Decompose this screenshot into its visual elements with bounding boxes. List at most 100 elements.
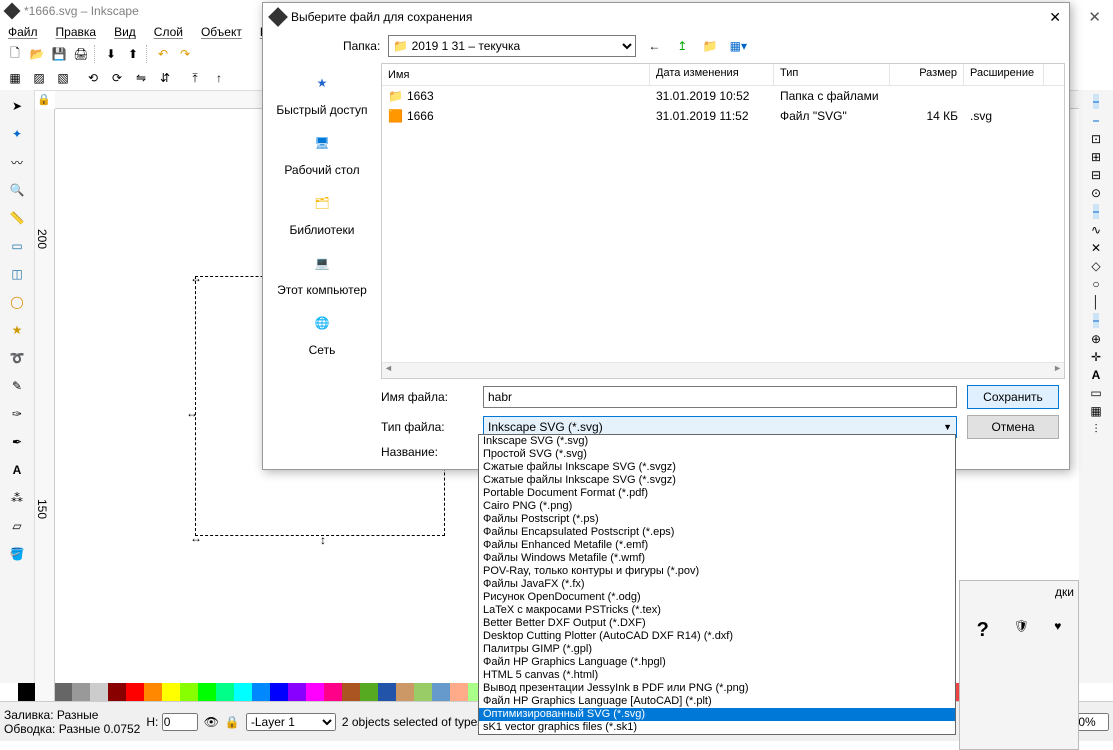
tweak-tool-icon[interactable]: 〰 xyxy=(5,150,29,174)
up-icon[interactable]: ↥ xyxy=(672,36,692,56)
star-tool-icon[interactable]: ★ xyxy=(5,318,29,342)
swatch[interactable] xyxy=(360,683,378,701)
filetype-option[interactable]: Сжатые файлы Inkscape SVG (*.svgz) xyxy=(479,461,955,474)
menu-object[interactable]: Объект xyxy=(201,25,242,39)
snap-intersect-icon[interactable]: ✕ xyxy=(1091,241,1101,255)
rotate-cw-icon[interactable]: ⟳ xyxy=(108,69,126,87)
spray-tool-icon[interactable]: ⁂ xyxy=(5,486,29,510)
eraser-tool-icon[interactable]: ▱ xyxy=(5,514,29,538)
help-icon[interactable]: ? xyxy=(977,619,989,642)
swatch[interactable] xyxy=(216,683,234,701)
filetype-option[interactable]: Файлы Enhanced Metafile (*.emf) xyxy=(479,539,955,552)
app-close-icon[interactable]: ✕ xyxy=(1088,8,1101,26)
snap-text-icon[interactable]: A xyxy=(1092,368,1101,382)
measure-tool-icon[interactable]: 📏 xyxy=(5,206,29,230)
raise-icon[interactable]: ↑ xyxy=(210,69,228,87)
handle-nw-icon[interactable]: ↔ xyxy=(190,271,200,281)
layer-select[interactable]: -Layer 1 xyxy=(246,713,336,731)
swatch[interactable] xyxy=(288,683,306,701)
print-icon[interactable]: 🖨 xyxy=(72,45,90,63)
handle-s-icon[interactable]: ↕ xyxy=(320,533,330,543)
layer-lock-icon[interactable]: 🔒 xyxy=(225,715,240,729)
save-icon[interactable]: 💾 xyxy=(50,45,68,63)
filetype-option[interactable]: Файлы Windows Metafile (*.wmf) xyxy=(479,552,955,565)
filetype-option[interactable]: Сжатые файлы Inkscape SVG (*.svgz) xyxy=(479,474,955,487)
swatch[interactable] xyxy=(252,683,270,701)
place-this-pc[interactable]: 💻Этот компьютер xyxy=(277,245,367,297)
save-button[interactable]: Сохранить xyxy=(967,385,1059,409)
menu-file[interactable]: Файл xyxy=(8,25,38,39)
node-tool-icon[interactable]: ✦ xyxy=(5,122,29,146)
swatch[interactable] xyxy=(198,683,216,701)
new-folder-icon[interactable]: 📁 xyxy=(700,36,720,56)
swatch[interactable] xyxy=(342,683,360,701)
handle-w-icon[interactable]: ↔ xyxy=(186,406,196,416)
file-row[interactable]: 🟧 166631.01.2019 11:52Файл "SVG"14 КБ.sv… xyxy=(382,106,1064,126)
heart-icon[interactable]: ♥ xyxy=(1054,619,1061,642)
swatch[interactable] xyxy=(18,683,36,701)
rotate-ccw-icon[interactable]: ⟲ xyxy=(84,69,102,87)
pencil-tool-icon[interactable]: ✎ xyxy=(5,374,29,398)
file-list-header[interactable]: Имя Дата изменения Тип Размер Расширение xyxy=(382,64,1064,86)
snap-guide-icon[interactable]: ⫶ xyxy=(1094,422,1097,437)
place-network[interactable]: 🌐Сеть xyxy=(304,305,340,357)
snap-edge-icon[interactable]: ⊡ xyxy=(1091,132,1101,146)
filetype-option[interactable]: Палитры GIMP (*.gpl) xyxy=(479,643,955,656)
place-libraries[interactable]: 🗂Библиотеки xyxy=(289,185,354,237)
swatch[interactable] xyxy=(324,683,342,701)
swatch[interactable] xyxy=(72,683,90,701)
swatch[interactable] xyxy=(180,683,198,701)
menu-layer[interactable]: Слой xyxy=(154,25,183,39)
filetype-option[interactable]: LaTeX с макросами PSTricks (*.tex) xyxy=(479,604,955,617)
filetype-option[interactable]: Файл HP Graphics Language [AutoCAD] (*.p… xyxy=(479,695,955,708)
filetype-option[interactable]: Файл HP Graphics Language (*.hpgl) xyxy=(479,656,955,669)
swatch[interactable] xyxy=(306,683,324,701)
rect-tool-icon[interactable]: ▭ xyxy=(5,234,29,258)
text-tool-icon[interactable]: A xyxy=(5,458,29,482)
import-icon[interactable]: ⬇ xyxy=(102,45,120,63)
filetype-option[interactable]: Оптимизированный SVG (*.svg) xyxy=(479,708,955,721)
snap-line-icon[interactable]: │ xyxy=(1092,295,1100,309)
spiral-tool-icon[interactable]: ➰ xyxy=(5,346,29,370)
snap-grid-icon[interactable]: ▦ xyxy=(1090,404,1101,418)
snap-center-icon[interactable]: ⊙ xyxy=(1091,186,1101,200)
calligraphy-tool-icon[interactable]: ✒ xyxy=(5,430,29,454)
filetype-option[interactable]: Файлы JavaFX (*.fx) xyxy=(479,578,955,591)
filetype-option[interactable]: Inkscape SVG (*.svg) xyxy=(479,435,955,448)
layer-visible-icon[interactable]: 👁 xyxy=(204,715,219,729)
filename-input[interactable] xyxy=(483,386,957,408)
snap-bbox-icon[interactable]: ⎯ xyxy=(1093,113,1099,128)
filetype-option[interactable]: Cairo PNG (*.png) xyxy=(479,500,955,513)
handle-sw-icon[interactable]: ↔ xyxy=(190,531,200,541)
sel-invert-icon[interactable]: ▨ xyxy=(30,69,48,87)
snap-smooth-icon[interactable]: ○ xyxy=(1092,277,1099,291)
file-row[interactable]: 📁 166331.01.2019 10:52Папка с файлами xyxy=(382,86,1064,106)
sel-none-icon[interactable]: ▧ xyxy=(54,69,72,87)
file-list[interactable]: Имя Дата изменения Тип Размер Расширение… xyxy=(381,63,1065,379)
redo-icon[interactable]: ↷ xyxy=(176,45,194,63)
filetype-option[interactable]: Portable Document Format (*.pdf) xyxy=(479,487,955,500)
snap-midpoint-icon[interactable]: ⊟ xyxy=(1091,168,1101,182)
view-menu-icon[interactable]: ▦▾ xyxy=(728,36,748,56)
place-quick-access[interactable]: ★Быстрый доступ xyxy=(276,65,367,117)
snap-object-icon[interactable]: ⊕ xyxy=(1091,332,1101,346)
dialog-close-icon[interactable]: ✕ xyxy=(1049,9,1061,26)
snap-other-icon[interactable]: ⎯ xyxy=(1093,313,1099,328)
zoom-tool-icon[interactable]: 🔍 xyxy=(5,178,29,202)
open-icon[interactable]: 📂 xyxy=(28,45,46,63)
snap-path-icon[interactable]: ∿ xyxy=(1091,223,1101,237)
back-icon[interactable]: ← xyxy=(644,36,664,56)
dialog-titlebar[interactable]: Выберите файл для сохранения ✕ xyxy=(263,3,1069,31)
filetype-option[interactable]: Файлы Encapsulated Postscript (*.eps) xyxy=(479,526,955,539)
filetype-dropdown[interactable]: Inkscape SVG (*.svg)Простой SVG (*.svg)С… xyxy=(478,434,956,735)
undo-icon[interactable]: ↶ xyxy=(154,45,172,63)
flip-h-icon[interactable]: ⇋ xyxy=(132,69,150,87)
folder-select[interactable]: 📁 2019 1 31 – текучка xyxy=(388,35,636,57)
flip-v-icon[interactable]: ⇵ xyxy=(156,69,174,87)
filetype-option[interactable]: sK1 vector graphics files (*.sk1) xyxy=(479,721,955,734)
snap-enable-icon[interactable]: ⎯ xyxy=(1093,94,1099,109)
swatch[interactable] xyxy=(234,683,252,701)
swatch[interactable] xyxy=(90,683,108,701)
raise-top-icon[interactable]: ⤒ xyxy=(186,69,204,87)
filetype-option[interactable]: Вывод презентации JessyInk в PDF или PNG… xyxy=(479,682,955,695)
